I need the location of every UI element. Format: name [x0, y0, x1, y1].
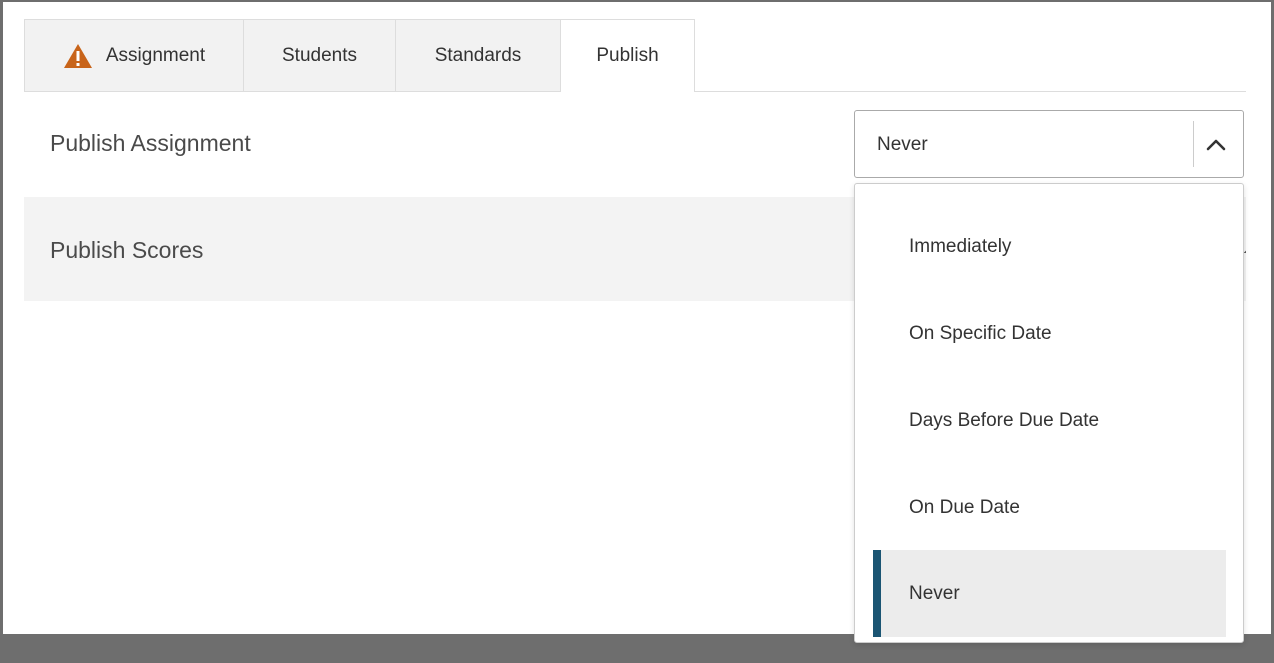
- tab-standards[interactable]: Standards: [395, 19, 561, 91]
- select-current-value: Never: [877, 134, 928, 155]
- publish-scores-title: Publish Scores: [50, 237, 204, 263]
- tab-students[interactable]: Students: [243, 19, 396, 91]
- option-never[interactable]: Never: [873, 550, 1226, 637]
- option-immediately[interactable]: Immediately: [873, 203, 1226, 290]
- publish-assignment-title: Publish Assignment: [50, 130, 251, 156]
- option-on-specific-date[interactable]: On Specific Date: [873, 290, 1226, 377]
- option-days-before-due-date[interactable]: Days Before Due Date: [873, 377, 1226, 464]
- publish-assignment-select[interactable]: Never: [854, 110, 1244, 178]
- tab-assignment[interactable]: Assignment: [24, 19, 244, 91]
- tab-publish-label: Publish: [596, 45, 659, 66]
- option-label: Never: [909, 582, 960, 604]
- warning-icon: [63, 43, 93, 69]
- publish-assignment-options: Immediately On Specific Date Days Before…: [854, 183, 1244, 643]
- option-label: On Specific Date: [909, 322, 1052, 344]
- tab-bar: Assignment Students Standards Publish: [24, 19, 1246, 92]
- option-label: Days Before Due Date: [909, 409, 1100, 431]
- tab-publish[interactable]: Publish: [560, 19, 695, 92]
- tab-assignment-label: Assignment: [105, 44, 206, 66]
- option-on-due-date[interactable]: On Due Date: [873, 464, 1226, 551]
- select-divider: [1193, 121, 1194, 167]
- option-label: On Due Date: [909, 496, 1020, 518]
- chevron-up-icon[interactable]: [1205, 137, 1227, 151]
- tab-students-label: Students: [282, 44, 357, 66]
- tab-standards-label: Standards: [434, 44, 522, 66]
- option-label: Immediately: [909, 235, 1012, 257]
